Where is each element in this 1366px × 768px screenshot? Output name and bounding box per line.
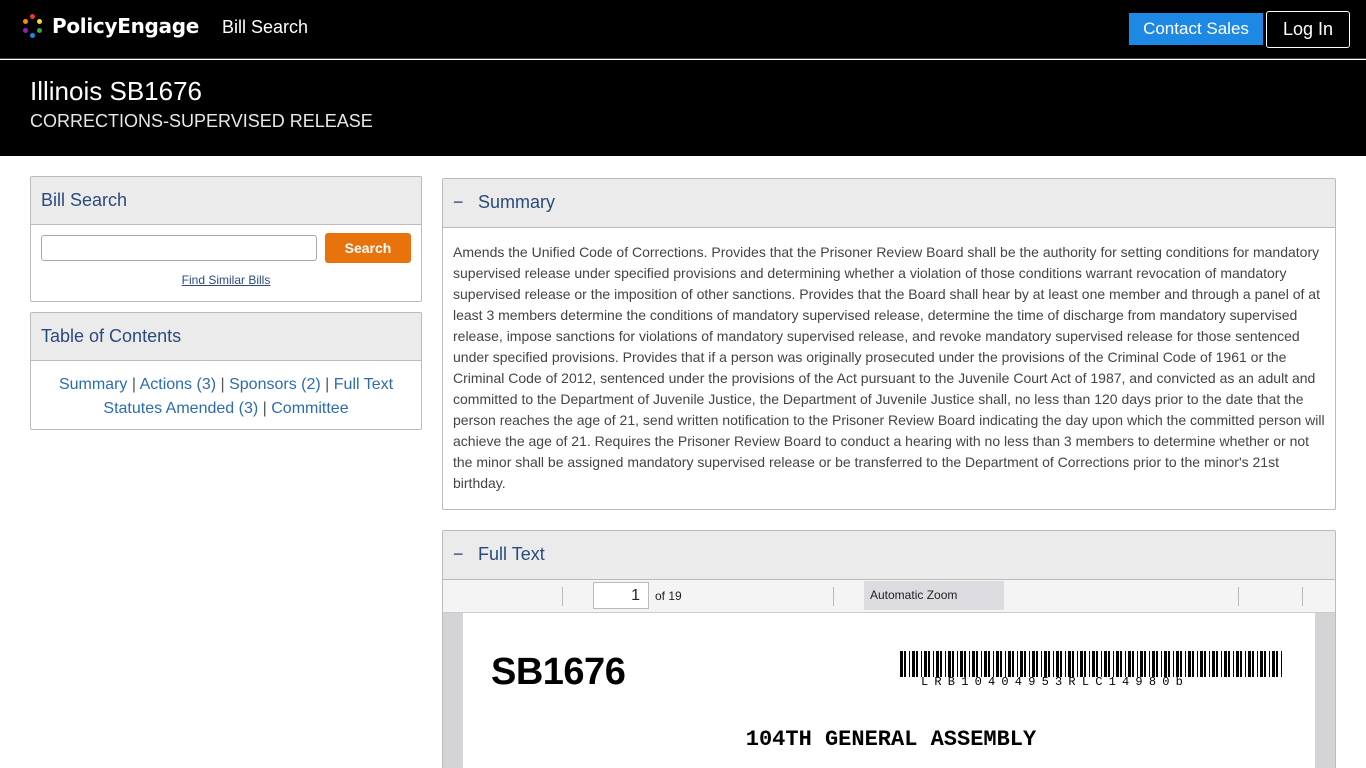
toc-separator: |	[220, 376, 225, 393]
table-of-contents-panel: Table of Contents Summary | Actions (3) …	[30, 312, 422, 430]
search-button[interactable]: Search	[325, 233, 411, 263]
toc-link-summary[interactable]: Summary	[59, 376, 127, 393]
bill-search-panel: Bill Search Search Find Similar Bills	[30, 176, 422, 302]
toc-link-sponsors[interactable]: Sponsors (2)	[229, 376, 321, 393]
nav-bill-search-link[interactable]: Bill Search	[222, 17, 308, 38]
toc-separator: |	[262, 400, 267, 417]
page-subtitle: CORRECTIONS-SUPERVISED RELEASE	[30, 111, 373, 131]
barcode-image	[900, 651, 1282, 677]
toc-links: Summary | Actions (3) | Sponsors (2) | F…	[31, 361, 421, 421]
collapse-icon[interactable]: −	[453, 531, 473, 578]
barcode-text: LRB10404953RLC14980b	[921, 675, 1190, 689]
full-text-heading: Full Text	[478, 544, 545, 564]
find-similar-bills-link[interactable]: Find Similar Bills	[31, 273, 421, 287]
contact-sales-button[interactable]: Contact Sales	[1129, 13, 1263, 45]
summary-text: Amends the Unified Code of Corrections. …	[453, 244, 1325, 491]
top-navbar: PolicyEngage Bill Search Contact Sales L…	[0, 0, 1366, 59]
toolbar-separator	[1302, 587, 1303, 606]
bill-header: Illinois SB1676 CORRECTIONS-SUPERVISED R…	[0, 60, 1366, 156]
summary-heading: Summary	[478, 192, 556, 212]
pdf-viewport[interactable]: SB1676 LRB10404953RLC14980b 104TH GENERA…	[443, 613, 1335, 768]
bill-search-heading: Bill Search	[31, 177, 421, 225]
full-text-panel: − Full Text 1 of 19 Automatic Zoom SB167…	[442, 530, 1336, 768]
toolbar-separator	[562, 587, 563, 606]
document-assembly-heading: 104TH GENERAL ASSEMBLY	[745, 727, 1037, 752]
collapse-icon[interactable]: −	[453, 179, 473, 226]
login-button[interactable]: Log In	[1266, 11, 1350, 48]
pdf-page: SB1676 LRB10404953RLC14980b 104TH GENERA…	[463, 613, 1315, 768]
page-title: Illinois SB1676	[30, 76, 202, 106]
bill-search-input[interactable]	[41, 235, 317, 261]
toc-separator: |	[325, 376, 330, 393]
toc-link-statutes-amended[interactable]: Statutes Amended (3)	[103, 400, 258, 417]
toc-link-committee[interactable]: Committee	[271, 400, 348, 417]
toc-heading: Table of Contents	[31, 313, 421, 361]
logo-dots-icon	[22, 14, 44, 38]
brand-logo[interactable]: PolicyEngage	[22, 14, 199, 38]
full-text-header[interactable]: − Full Text	[443, 531, 1335, 580]
document-bill-number: SB1676	[491, 651, 626, 693]
summary-panel: − Summary Amends the Unified Code of Cor…	[442, 178, 1336, 510]
pdf-toolbar: 1 of 19 Automatic Zoom	[443, 580, 1335, 613]
toolbar-separator	[1238, 587, 1239, 606]
toc-link-actions[interactable]: Actions (3)	[140, 376, 216, 393]
page-number-input[interactable]: 1	[593, 582, 649, 609]
summary-header[interactable]: − Summary	[443, 179, 1335, 228]
page-count-label: of 19	[655, 589, 682, 603]
zoom-select[interactable]: Automatic Zoom	[864, 581, 1004, 610]
toc-link-full-text[interactable]: Full Text	[334, 376, 393, 393]
toolbar-separator	[833, 587, 834, 606]
brand-name: PolicyEngage	[52, 14, 199, 38]
toc-separator: |	[131, 376, 137, 393]
